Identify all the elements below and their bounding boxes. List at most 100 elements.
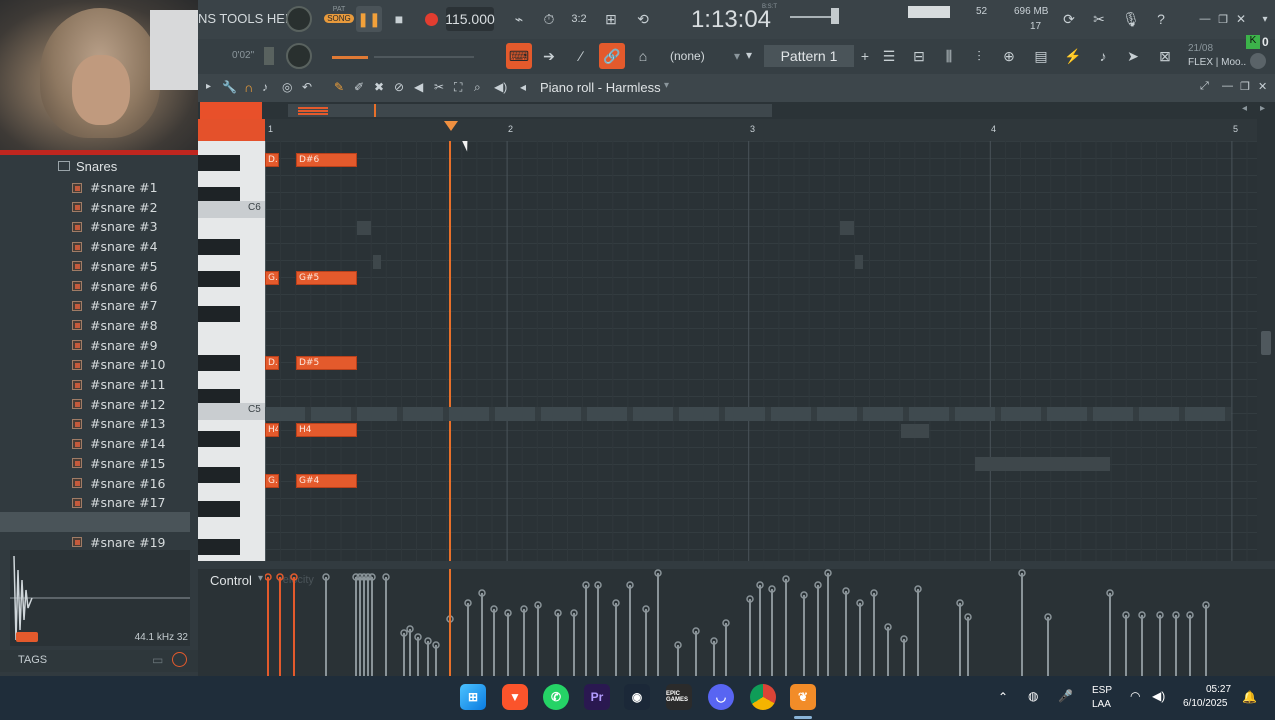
speaker-icon[interactable]: ◀) (494, 80, 507, 94)
note-grid[interactable]: D. D#6 G. G#5 D. D#5 H4 H4 G. G#4 (265, 141, 1257, 561)
sample-item[interactable]: #snare #4 (72, 237, 158, 256)
note-block[interactable]: H4 (296, 423, 357, 437)
mute-icon[interactable]: ⊘ (394, 80, 404, 94)
arrow-next-icon[interactable]: ➔ (536, 43, 562, 69)
window-restore-icon[interactable]: ❐ (1240, 80, 1250, 93)
control-label[interactable]: Control (210, 573, 252, 588)
velocity-bar[interactable] (279, 577, 281, 676)
velocity-bar[interactable] (537, 605, 539, 676)
velocity-bar[interactable] (771, 589, 773, 676)
velocity-bar[interactable] (887, 627, 889, 676)
main-volume-slider[interactable] (332, 56, 368, 59)
sample-item[interactable]: #snare #3 (72, 217, 158, 236)
lane-splitter[interactable] (198, 561, 1275, 569)
velocity-bar[interactable] (725, 623, 727, 676)
black-key[interactable] (198, 431, 240, 447)
folder-snares[interactable]: Snares (58, 158, 117, 174)
black-key[interactable] (198, 355, 240, 371)
black-key[interactable] (198, 467, 240, 483)
note-stub[interactable]: D. (265, 153, 279, 167)
master-volume-knob[interactable] (286, 6, 312, 32)
velocity-bar[interactable] (359, 577, 361, 676)
fl-studio-icon[interactable]: ❦ (790, 684, 816, 710)
overflow-icon[interactable]: ▾ (1252, 6, 1275, 32)
sliders-icon[interactable]: ⫶ (966, 43, 992, 69)
black-key[interactable] (198, 155, 240, 171)
title-dropdown-icon[interactable]: ▾ (664, 80, 669, 91)
add-pattern-button[interactable]: + (852, 43, 878, 69)
master-pitch-handle[interactable] (831, 8, 839, 24)
velocity-bar[interactable] (1159, 615, 1161, 676)
snap-select[interactable]: (none) ▾ (670, 45, 740, 67)
close-icon[interactable]: ✕ (1228, 6, 1254, 32)
pencil-icon[interactable]: ✎ (334, 80, 344, 94)
sample-item[interactable]: #snare #8 (72, 316, 158, 335)
velocity-bar[interactable] (917, 589, 919, 676)
velocity-bar[interactable] (363, 577, 365, 676)
chevron-left-icon[interactable]: ◂ (520, 80, 526, 94)
window-minimize-icon[interactable]: — (1222, 80, 1233, 92)
window-close-icon[interactable]: ✕ (1258, 80, 1267, 93)
steam-icon[interactable]: ◉ (624, 684, 650, 710)
velocity-bar[interactable] (1021, 573, 1023, 676)
velocity-bar[interactable] (557, 613, 559, 676)
velocity-bar[interactable] (967, 617, 969, 676)
plug-icon[interactable]: ⚡ (1060, 43, 1086, 69)
velocity-bar[interactable] (507, 613, 509, 676)
overview-scrollbar[interactable] (288, 104, 772, 117)
velocity-bar[interactable] (585, 585, 587, 676)
velocity-bar[interactable] (573, 613, 575, 676)
tray-overflow-icon[interactable]: ⌃ (998, 690, 1008, 704)
velocity-bar[interactable] (467, 603, 469, 676)
velocity-bar[interactable] (803, 595, 805, 676)
velocity-bar[interactable] (1047, 617, 1049, 676)
volume-icon[interactable]: ◀) (1152, 689, 1165, 703)
piano-keyboard[interactable]: C6 C5 (198, 141, 265, 561)
velocity-bar[interactable] (713, 641, 715, 676)
note-stub[interactable]: D. (265, 356, 279, 370)
control-dropdown-icon[interactable]: ▾ (258, 573, 263, 584)
velocity-bar[interactable] (873, 593, 875, 676)
note-icon[interactable]: ♪ (262, 80, 268, 94)
velocity-lane[interactable]: Control ▾ Velocity (198, 561, 1275, 676)
velocity-bar[interactable] (759, 585, 761, 676)
magnet-icon[interactable]: ∩ (244, 80, 253, 95)
scroll-right-icon[interactable]: ▸ (1260, 103, 1265, 114)
sample-item[interactable]: #snare #13 (72, 414, 165, 433)
velocity-bar[interactable] (493, 609, 495, 676)
chrome-icon[interactable] (750, 684, 776, 710)
velocity-bar[interactable] (267, 577, 269, 676)
lang-top[interactable]: ESP (1092, 685, 1112, 696)
browser-icon[interactable]: ▤ (1028, 43, 1054, 69)
velocity-bar[interactable] (481, 593, 483, 676)
velocity-bar[interactable] (385, 577, 387, 676)
velocity-bar[interactable] (903, 639, 905, 676)
slice-icon[interactable]: ✂ (434, 80, 444, 94)
velocity-bar[interactable] (1205, 605, 1207, 676)
wand-icon[interactable]: ➤ (1120, 43, 1146, 69)
tray-microphone-icon[interactable]: 🎤 (1058, 689, 1073, 703)
wait-for-input-icon[interactable]: ⏱ (536, 6, 562, 32)
tempo-display[interactable]: 115.000 (445, 7, 495, 31)
epic-games-icon[interactable]: EPIC GAMES (666, 684, 692, 710)
velocity-bar[interactable] (325, 577, 327, 676)
stamp-icon[interactable]: ◎ (282, 80, 292, 94)
velocity-bar[interactable] (427, 641, 429, 676)
note-stub[interactable]: H4 (265, 423, 279, 437)
pat-song-toggle[interactable]: PAT SONG (324, 6, 354, 32)
lang-bottom[interactable]: LAA (1092, 699, 1111, 710)
brave-icon[interactable]: ▼ (502, 684, 528, 710)
velocity-bar[interactable] (417, 637, 419, 676)
note-block[interactable]: G#4 (296, 474, 357, 488)
plugin-icon[interactable]: ⊕ (996, 43, 1022, 69)
detach-icon[interactable]: ⤢ (1200, 80, 1209, 93)
channel-rack-icon[interactable]: ⊟ (906, 43, 932, 69)
wifi-icon[interactable]: ◠ (1130, 689, 1140, 703)
select-icon[interactable]: ⛶ (454, 80, 462, 95)
discord-icon[interactable]: ◡ (708, 684, 734, 710)
velocity-bar[interactable] (1109, 593, 1111, 676)
sample-item[interactable]: #snare #9 (72, 336, 158, 355)
link-icon[interactable]: 🔗 (599, 43, 625, 69)
piano-roll-toggle[interactable]: ⌨ (506, 43, 532, 69)
time-offset-grip[interactable] (264, 47, 274, 65)
